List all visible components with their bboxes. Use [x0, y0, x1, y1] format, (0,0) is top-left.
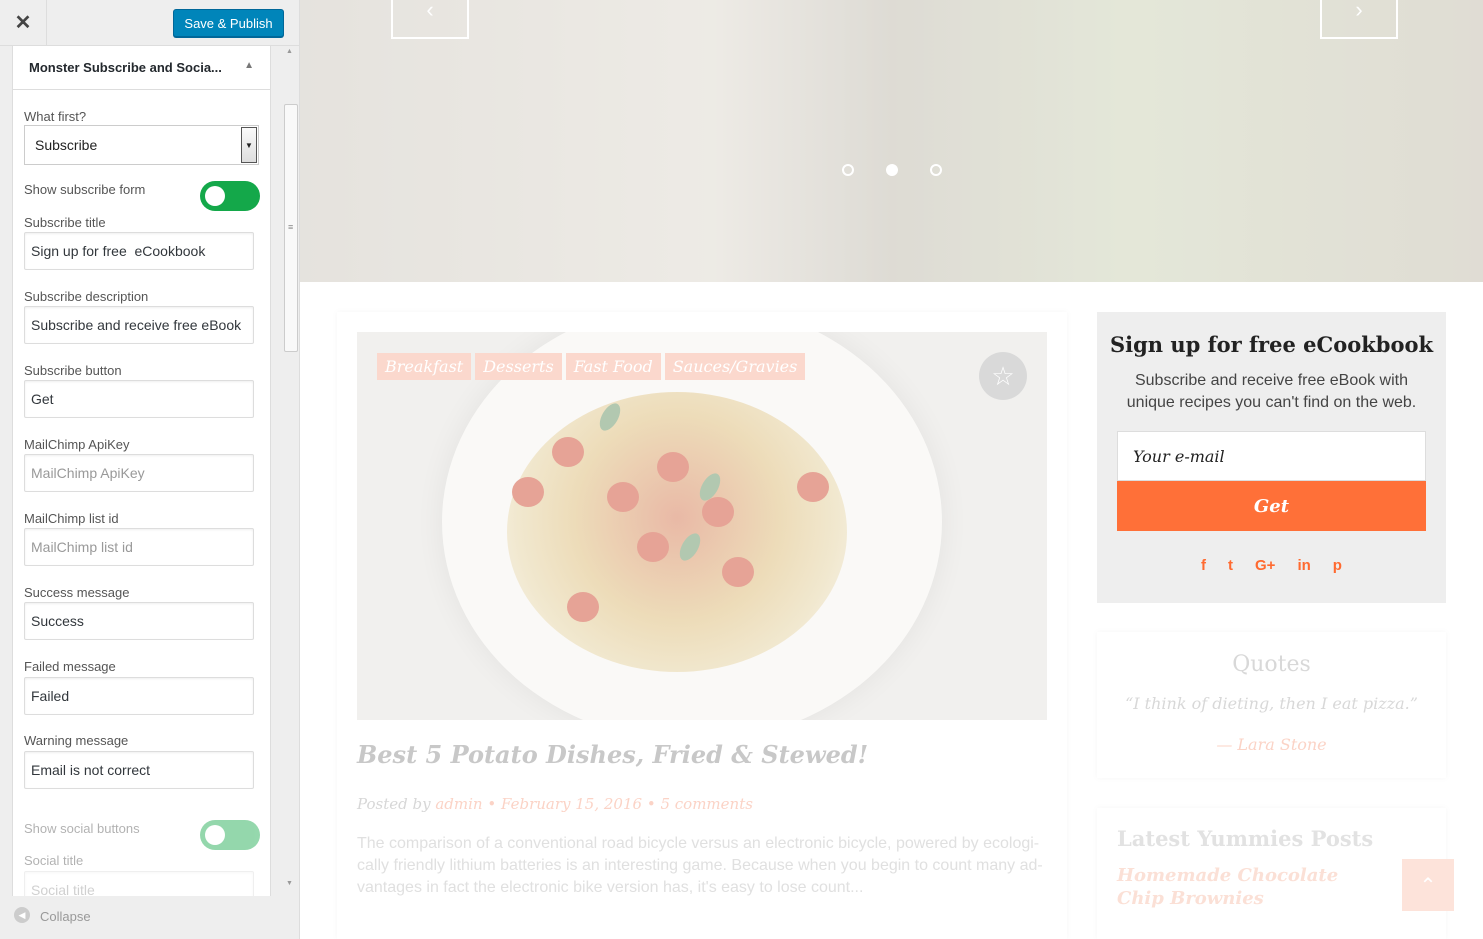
post-tags: Breakfast Desserts Fast Food Sauces/Grav…: [377, 353, 806, 380]
quote-text: “I think of dieting, then I eat pizza.”: [1125, 694, 1418, 713]
tomato: [552, 437, 584, 467]
subscribe-widget: Sign up for free eCookbook Subscribe and…: [1097, 312, 1446, 603]
slider-dot-active[interactable]: [886, 164, 898, 176]
subscribe-get-button[interactable]: Get: [1117, 481, 1426, 531]
what-first-value: Subscribe: [35, 137, 98, 153]
close-icon[interactable]: ✕: [0, 0, 47, 45]
social-icons: f t G+ in p: [1097, 557, 1446, 574]
latest-posts-widget: Latest Yummies Posts Homemade Chocolate …: [1097, 808, 1446, 939]
facebook-icon[interactable]: f: [1201, 557, 1206, 574]
post-meta: Posted by admin • February 15, 2016 • 5 …: [357, 795, 753, 813]
grip-icon: ≡: [288, 222, 293, 232]
post-author-link[interactable]: admin: [435, 795, 482, 813]
tomato: [702, 497, 734, 527]
back-to-top-button[interactable]: ⌃: [1402, 859, 1454, 911]
customizer-header: ✕ Save & Publish: [0, 0, 299, 46]
meta-separator: •: [646, 795, 661, 813]
warning-message-input[interactable]: [24, 751, 254, 789]
subscribe-desc-label: Subscribe description: [24, 289, 149, 304]
mailchimp-key-label: MailChimp ApiKey: [24, 437, 130, 452]
social-title-input[interactable]: [24, 871, 254, 896]
toggle-knob: [205, 825, 225, 845]
subscribe-button-input[interactable]: [24, 380, 254, 418]
show-social-toggle[interactable]: [200, 820, 260, 850]
posted-by-label: Posted by: [357, 795, 431, 813]
collapse-icon[interactable]: ◀: [14, 907, 30, 923]
collapse-section-icon[interactable]: ▲: [244, 60, 254, 71]
success-message-label: Success message: [24, 585, 130, 600]
pasta: [507, 392, 847, 672]
tag-desserts[interactable]: Desserts: [475, 353, 562, 380]
hero-slider: ‹ ›: [300, 0, 1483, 282]
twitter-icon[interactable]: t: [1228, 557, 1233, 574]
mailchimp-list-label: MailChimp list id: [24, 511, 119, 526]
scroll-up-icon[interactable]: ▲: [286, 48, 293, 55]
save-publish-button[interactable]: Save & Publish: [173, 9, 284, 37]
subscribe-email-input[interactable]: [1117, 431, 1426, 481]
section-panel: Monster Subscribe and Socia... ▲ What fi…: [12, 46, 271, 896]
social-title-label: Social title: [24, 853, 84, 868]
slider-next-button[interactable]: ›: [1320, 0, 1398, 39]
tag-sauces[interactable]: Sauces/Gravies: [664, 353, 806, 380]
tag-fast-food[interactable]: Fast Food: [565, 353, 661, 380]
post-title[interactable]: Best 5 Potato Dishes, Fried & Stewed!: [357, 740, 868, 769]
warning-message-label: Warning message: [24, 733, 129, 748]
latest-post-link[interactable]: Homemade Chocolate Chip Brownies: [1117, 864, 1377, 910]
what-first-select[interactable]: Subscribe ▼: [24, 125, 259, 165]
linkedin-icon[interactable]: in: [1297, 557, 1310, 574]
tomato: [567, 592, 599, 622]
post-date-link[interactable]: February 15, 2016: [501, 795, 642, 813]
site-preview: ‹ › Breakfast Desserts Fast Food Sauces/…: [300, 0, 1483, 939]
failed-message-label: Failed message: [24, 659, 116, 674]
slider-dot[interactable]: [930, 164, 942, 176]
star-icon[interactable]: ☆: [979, 352, 1027, 400]
collapse-label: Collapse: [40, 909, 91, 924]
meta-separator: •: [487, 795, 501, 813]
google-plus-icon[interactable]: G+: [1255, 557, 1275, 574]
tag-breakfast[interactable]: Breakfast: [377, 353, 472, 380]
subscribe-widget-description: Subscribe and receive free eBook with un…: [1126, 372, 1417, 411]
slider-prev-button[interactable]: ‹: [391, 0, 469, 39]
failed-message-input[interactable]: [24, 677, 254, 715]
section-title: Monster Subscribe and Socia...: [29, 60, 222, 75]
latest-posts-title: Latest Yummies Posts: [1117, 826, 1374, 851]
hero-overlay: [300, 0, 1483, 282]
customizer-sidebar: ✕ Save & Publish Monster Subscribe and S…: [0, 0, 300, 939]
quotes-widget: Quotes “I think of dieting, then I eat p…: [1097, 632, 1446, 778]
show-subscribe-toggle[interactable]: [200, 181, 260, 211]
section-header[interactable]: Monster Subscribe and Socia... ▲: [13, 46, 270, 90]
post-comments-link[interactable]: 5 comments: [660, 795, 752, 813]
scroll-down-icon[interactable]: ▼: [286, 880, 293, 887]
mailchimp-key-input[interactable]: [24, 454, 254, 492]
what-first-label: What first?: [24, 109, 87, 124]
success-message-input[interactable]: [24, 602, 254, 640]
post-excerpt: The comparison of a conventional road bi…: [357, 835, 1043, 896]
show-subscribe-label: Show subscribe form: [24, 182, 146, 197]
pinterest-icon[interactable]: p: [1333, 557, 1342, 574]
tomato: [797, 472, 829, 502]
tomato: [512, 477, 544, 507]
subscribe-widget-title: Sign up for free eCookbook: [1109, 332, 1434, 357]
subscribe-title-label: Subscribe title: [24, 215, 106, 230]
collapse-bar[interactable]: ◀ Collapse: [0, 896, 299, 939]
chevron-down-icon[interactable]: ▼: [241, 127, 257, 163]
mailchimp-list-input[interactable]: [24, 528, 254, 566]
post-image[interactable]: [357, 332, 1047, 720]
subscribe-button-label: Subscribe button: [24, 363, 122, 378]
tomato: [657, 452, 689, 482]
quote-author: — Lara Stone: [1216, 735, 1327, 754]
slider-dot[interactable]: [842, 164, 854, 176]
subscribe-desc-input[interactable]: [24, 306, 254, 344]
tomato: [607, 482, 639, 512]
show-social-label: Show social buttons: [24, 821, 140, 836]
subscribe-title-input[interactable]: [24, 232, 254, 270]
quotes-title: Quotes: [1232, 652, 1311, 677]
tomato: [722, 557, 754, 587]
toggle-knob: [205, 186, 225, 206]
tomato: [637, 532, 669, 562]
